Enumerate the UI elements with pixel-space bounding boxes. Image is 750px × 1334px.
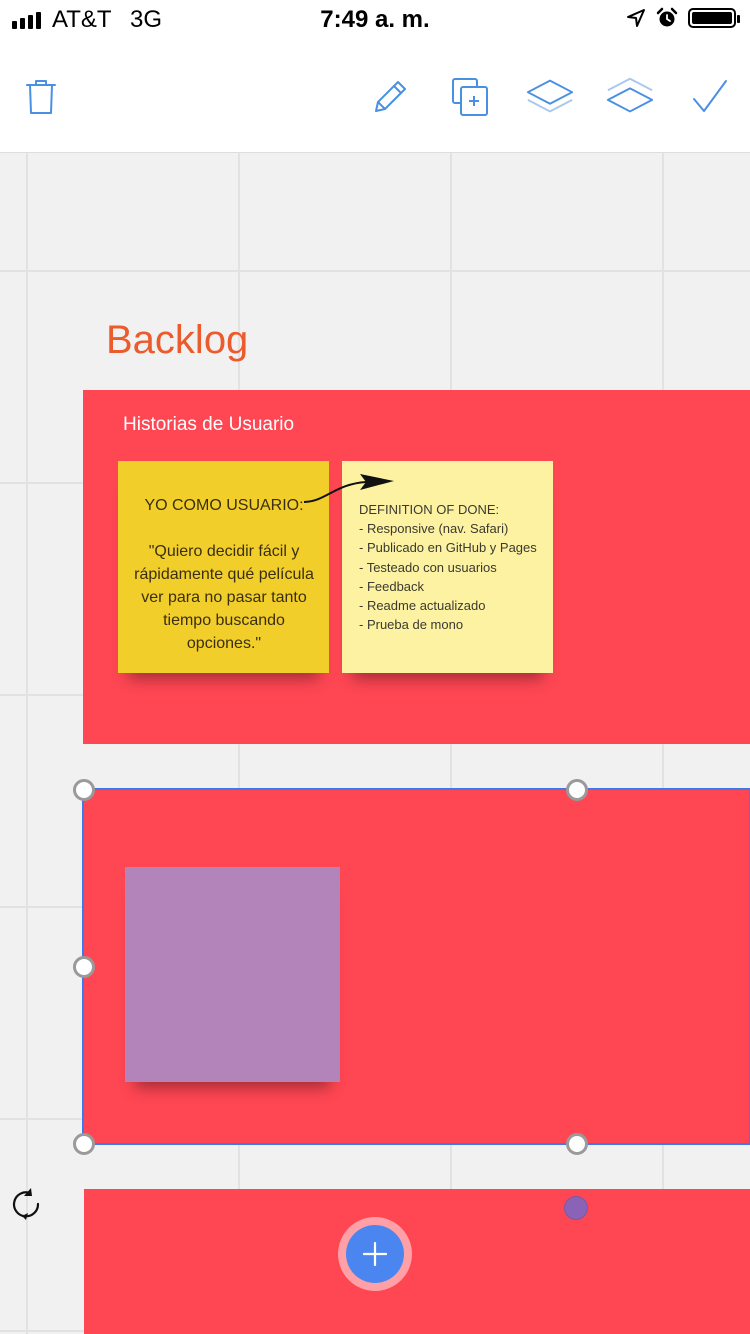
layer-down-icon	[606, 77, 654, 113]
resize-handle-bottom-left[interactable]	[73, 1133, 95, 1155]
frame-bottom[interactable]	[84, 1189, 750, 1334]
bring-forward-button[interactable]	[525, 72, 575, 122]
duplicate-icon	[452, 78, 488, 116]
collaborator-cursor-dot	[564, 1196, 588, 1220]
sticky-note-purple[interactable]	[125, 867, 340, 1082]
layer-up-icon	[526, 79, 574, 113]
rotate-icon[interactable]	[8, 1186, 44, 1222]
sticky-note-text: YO COMO USUARIO: "Quiero decidir fácil y…	[134, 497, 314, 652]
trash-icon	[26, 80, 56, 114]
sticky-note-text: DEFINITION OF DONE: - Responsive (nav. S…	[359, 502, 537, 633]
resize-handle-top-left[interactable]	[73, 779, 95, 801]
status-bar: AT&T 3G 7:49 a. m.	[0, 0, 750, 42]
alarm-icon	[656, 7, 678, 27]
resize-handle-bottom[interactable]	[566, 1133, 588, 1155]
duplicate-button[interactable]	[445, 72, 495, 122]
battery-icon	[688, 8, 740, 28]
frame-label[interactable]: Historias de Usuario	[123, 414, 294, 436]
delete-button[interactable]	[16, 72, 66, 122]
toolbar	[0, 42, 750, 153]
plus-icon	[362, 1241, 388, 1267]
resize-handle-top[interactable]	[566, 779, 588, 801]
location-arrow-icon	[627, 9, 645, 27]
add-button[interactable]	[346, 1225, 404, 1283]
pencil-icon	[375, 81, 406, 112]
done-button[interactable]	[685, 72, 735, 122]
edit-button[interactable]	[365, 72, 415, 122]
send-backward-button[interactable]	[605, 72, 655, 122]
checkmark-icon	[693, 80, 727, 112]
resize-handle-left[interactable]	[73, 956, 95, 978]
board-title[interactable]: Backlog	[106, 318, 248, 363]
connector-arrow[interactable]	[300, 470, 400, 510]
